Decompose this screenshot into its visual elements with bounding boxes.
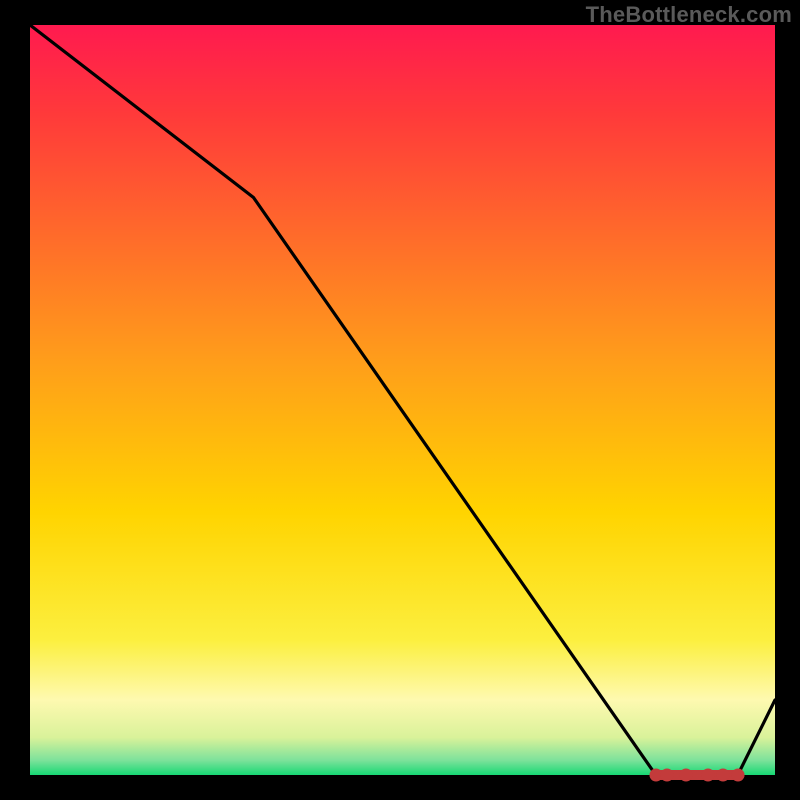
curve-marker: [660, 769, 673, 782]
plot-area: [30, 25, 775, 775]
curve-marker: [701, 769, 714, 782]
curve-marker: [716, 769, 729, 782]
gradient-bg: [30, 25, 775, 775]
curve-marker: [679, 769, 692, 782]
chart-canvas: TheBottleneck.com: [0, 0, 800, 800]
curve-marker: [731, 769, 744, 782]
plot-svg: [30, 25, 775, 775]
